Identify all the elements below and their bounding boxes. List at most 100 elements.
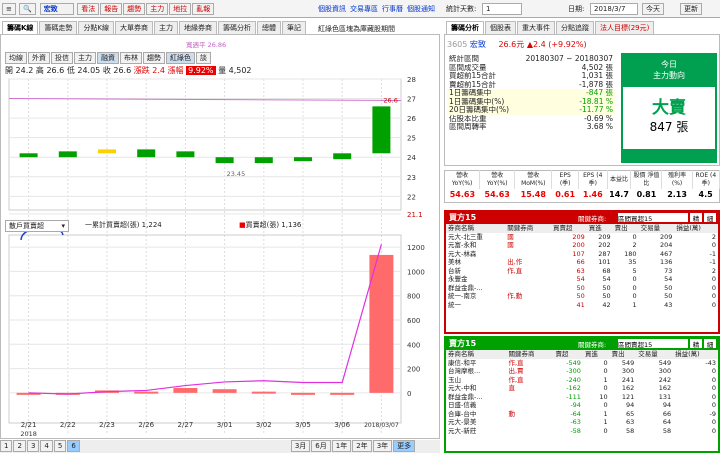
menu-icon[interactable]: ≡ (2, 3, 16, 15)
table-row[interactable]: 元大-林森 107 287 180 467 -1 (446, 250, 718, 259)
stat-value: -847 張 (586, 89, 613, 98)
tab-left-8[interactable]: 筆記 (282, 21, 307, 34)
tab-left-1[interactable]: 籌碼走勢 (39, 21, 78, 34)
metric-head: EPS (季) (551, 170, 579, 189)
volume-tick: 0 (407, 390, 411, 398)
table-cell: 101 (598, 258, 611, 267)
page-button-6[interactable]: 6 (67, 440, 80, 452)
table-cell: 54 (664, 275, 673, 284)
top-link-0[interactable]: 個股資訊 (318, 5, 346, 13)
table-row[interactable]: 日盛-信義 -94 0 94 94 0 (446, 401, 718, 410)
top-button-5[interactable]: 亂報 (192, 3, 215, 15)
table-row[interactable]: 元大-新莊 -58 0 58 58 0 (446, 427, 718, 436)
table-cell: 467 (659, 249, 673, 258)
range-button-3[interactable]: 2年 (352, 440, 372, 452)
table-cell: 元大-林森 (448, 249, 477, 258)
table-row[interactable]: 統一-南京 作,動 50 50 0 50 0 (446, 292, 718, 301)
price-tick: 22 (407, 193, 416, 201)
table-row[interactable]: 元大-中和 直 -162 0 162 162 0 (446, 384, 718, 393)
tab-right-4[interactable]: 法人目標(29元) (595, 21, 655, 34)
tab-left-4[interactable]: 主力 (154, 21, 179, 34)
table-cell: 1 (603, 418, 608, 427)
tab-right-0[interactable]: 籌碼分析 (446, 21, 484, 34)
top-link-3[interactable]: 個股通知 (407, 5, 435, 13)
table-cell: 出,作 (507, 258, 523, 267)
top-button-3[interactable]: 主力 (146, 3, 169, 15)
sell-col-header: 券商名稱 關鍵券商 賣超 買進 賣出 交易量 損益(萬) (446, 350, 718, 359)
table-cell: 300 (658, 367, 672, 376)
tab-right-1[interactable]: 個股表 (485, 21, 516, 34)
range-button-2[interactable]: 1年 (331, 440, 352, 452)
tab-right-2[interactable]: 重大事件 (517, 21, 555, 34)
candle-3/06 (333, 153, 352, 160)
table-cell: -300 (566, 367, 581, 376)
top-button-0[interactable]: 看法 (77, 3, 100, 15)
range-button-0[interactable]: 3月 (290, 440, 311, 452)
candle-2/22 (58, 151, 77, 158)
table-cell: 1 (603, 409, 608, 418)
table-row[interactable]: 玉山 作,直 -240 1 241 242 0 (446, 376, 718, 385)
tab-right-3[interactable]: 分點追蹤 (556, 21, 594, 34)
top-button-4[interactable]: 地拉 (169, 3, 192, 15)
stat-row: 買超前15合計 1,031 張 (447, 72, 615, 81)
table-row[interactable]: 元大-景美 -63 1 63 64 0 (446, 418, 718, 427)
volume-tick: 800 (407, 293, 420, 301)
stock-name[interactable]: 宏致 (39, 3, 74, 15)
search-icon[interactable]: 🔍 (19, 3, 37, 15)
metric-value: 0.61 (555, 190, 576, 200)
top-button-1[interactable]: 報告 (100, 3, 123, 15)
table-row[interactable]: 群益金鼎-... -111 10 121 131 0 (446, 393, 718, 402)
sell-detail-button[interactable]: 細 (704, 339, 716, 349)
table-cell: 209 (659, 232, 673, 241)
bottom-bar: 1 2 3 4 5 6 3月 6月 1年 2年 3年 更多 (0, 440, 440, 453)
tab-left-0[interactable]: 籌碼K線 (2, 21, 39, 34)
table-cell: 0 (711, 367, 716, 376)
top-link-1[interactable]: 交易專區 (350, 5, 378, 13)
table-row[interactable]: 統一 41 42 1 43 0 (446, 301, 718, 310)
page-button-1[interactable]: 1 (0, 440, 13, 452)
table-row[interactable]: 台灣摩根... 出,賈 -300 0 300 300 0 (446, 367, 718, 376)
buy-brief-button[interactable]: 精 (690, 213, 702, 223)
candle-3/05 (294, 157, 312, 162)
stat-key: 買超前15合計 (449, 72, 497, 81)
table-row[interactable]: 康信-和平 作,直 -549 0 549 549 -43 (446, 359, 718, 368)
buy-detail-button[interactable]: 細 (704, 213, 716, 223)
table-row[interactable]: 美林 出,作 66 101 35 136 -1 (446, 258, 718, 267)
range-button-1[interactable]: 6月 (311, 440, 331, 452)
table-row[interactable]: 元大-北三重 國 209 209 0 209 2 (446, 233, 718, 242)
top-links[interactable]: 個股資訊 交易專區 行事曆 個股通知 (318, 4, 439, 14)
stat-days-select[interactable]: 1 (482, 3, 522, 15)
range-button-5[interactable]: 更多 (393, 440, 416, 452)
tab-left-7[interactable]: 總體 (257, 21, 282, 34)
table-cell: -43 (705, 358, 716, 367)
table-cell: 動 (508, 409, 515, 418)
candle-2/26 (137, 149, 156, 158)
table-cell: 43 (664, 300, 673, 309)
range-button-4[interactable]: 3年 (372, 440, 393, 452)
tab-left-6[interactable]: 籌碼分析 (218, 21, 257, 34)
buy-filter-select[interactable]: 區間買超15 (618, 213, 688, 223)
sell-filter-select[interactable]: 區間賣超15 (618, 339, 688, 349)
top-link-2[interactable]: 行事曆 (382, 5, 403, 13)
table-cell: 0 (632, 275, 637, 284)
table-cell: 元大-中和 (448, 384, 477, 393)
page-button-3[interactable]: 3 (26, 440, 40, 452)
table-cell: 65 (625, 409, 635, 418)
table-row[interactable]: 群益金鼎-... 50 50 0 50 0 (446, 284, 718, 293)
volume-indicator-select[interactable]: 散戶買賣超 ▾ (5, 220, 69, 232)
tab-left-5[interactable]: 地緣券商 (179, 21, 218, 34)
page-button-2[interactable]: 2 (13, 440, 26, 452)
page-button-4[interactable]: 4 (40, 440, 53, 452)
top-button-2[interactable]: 趨勢 (123, 3, 146, 15)
table-row[interactable]: 台新 作,直 63 68 5 73 2 (446, 267, 718, 276)
sell-brief-button[interactable]: 精 (690, 339, 702, 349)
table-row[interactable]: 永豐金 54 54 0 54 0 (446, 275, 718, 284)
price-tick: 21.1 (407, 211, 423, 219)
tab-left-3[interactable]: 大單券商 (115, 21, 154, 34)
price-volume-chart[interactable]: 28 27 26 25 24 23 22 21.1 23.45 26.6 1200 1000 800 60… (1, 35, 441, 440)
page-button-5[interactable]: 5 (53, 440, 67, 452)
table-row[interactable]: 合庫-台中 動 -64 1 65 66 -9 (446, 410, 718, 419)
table-cell: 50 (664, 292, 673, 301)
table-row[interactable]: 元富-永和 國 200 202 2 204 0 (446, 241, 718, 250)
tab-left-2[interactable]: 分點K線 (78, 21, 115, 34)
